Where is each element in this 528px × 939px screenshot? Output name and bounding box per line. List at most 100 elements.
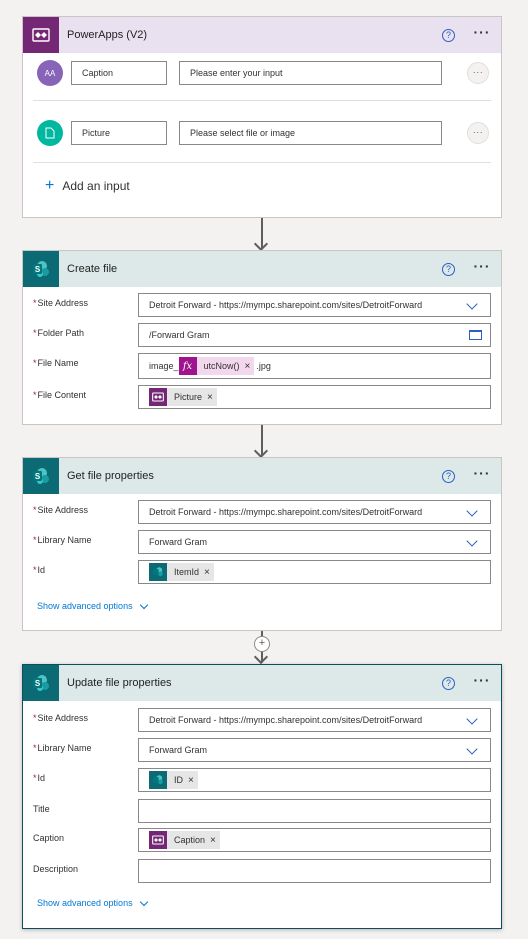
file-content-input[interactable]: Picture × <box>138 385 491 409</box>
library-name-dropdown[interactable]: Forward Gram <box>138 530 491 554</box>
library-name-value: Forward Gram <box>149 745 208 755</box>
add-input-label: Add an input <box>62 179 130 193</box>
input-name-field[interactable]: Picture <box>71 121 167 145</box>
token-label: Caption <box>174 835 206 845</box>
text-input-icon: AA <box>37 60 63 86</box>
site-address-label: *Site Address <box>33 713 89 723</box>
site-address-row: *Site Address Detroit Forward - https://… <box>33 293 491 317</box>
more-options-icon[interactable]: ··· <box>471 673 493 691</box>
dynamic-content-token[interactable]: ID × <box>149 771 198 789</box>
token-label: ID <box>174 775 183 785</box>
site-address-value: Detroit Forward - https://mympc.sharepoi… <box>149 715 423 725</box>
caption-input[interactable]: Caption × <box>138 828 491 852</box>
svg-text:S: S <box>35 472 41 481</box>
site-address-dropdown[interactable]: Detroit Forward - https://mympc.sharepoi… <box>138 708 491 732</box>
id-label: *Id <box>33 565 46 575</box>
remove-token-icon[interactable]: × <box>245 361 251 372</box>
file-name-input[interactable]: image_ fx utcNow() × .jpg <box>138 353 491 379</box>
site-address-dropdown[interactable]: Detroit Forward - https://mympc.sharepoi… <box>138 500 491 524</box>
more-options-icon[interactable]: ··· <box>471 25 493 43</box>
sharepoint-icon <box>149 563 167 581</box>
help-icon[interactable]: ? <box>442 470 455 483</box>
site-address-value: Detroit Forward - https://mympc.sharepoi… <box>149 507 423 517</box>
dynamic-content-token[interactable]: Picture × <box>149 388 217 406</box>
file-content-label: *File Content <box>33 390 87 400</box>
more-options-icon[interactable]: ··· <box>471 466 493 484</box>
advanced-options-label: Show advanced options <box>37 898 133 908</box>
folder-path-value: /Forward Gram <box>149 330 210 340</box>
site-address-row: *Site Address Detroit Forward - https://… <box>33 708 491 732</box>
library-name-label: *Library Name <box>33 535 92 545</box>
divider <box>33 162 491 163</box>
divider <box>33 100 491 101</box>
expression-token[interactable]: fx utcNow() × <box>178 357 255 375</box>
caption-row: Caption Caption × <box>33 828 491 852</box>
site-address-value: Detroit Forward - https://mympc.sharepoi… <box>149 300 423 310</box>
dynamic-content-token[interactable]: ItemId × <box>149 563 214 581</box>
show-advanced-options-link[interactable]: Show advanced options <box>37 600 148 611</box>
more-options-icon[interactable]: ··· <box>471 259 493 277</box>
chevron-down-icon <box>466 713 478 725</box>
id-input[interactable]: ItemId × <box>138 560 491 584</box>
sharepoint-icon: S <box>23 665 59 701</box>
create-file-card[interactable]: S Create file ? ··· *Site Address Detroi… <box>22 250 502 425</box>
folder-icon[interactable] <box>469 330 482 340</box>
caption-label: Caption <box>33 833 65 843</box>
token-label: Picture <box>174 392 203 402</box>
powerapps-trigger-title: PowerApps (V2) <box>67 29 148 41</box>
add-input-button[interactable]: + Add an input <box>45 178 130 194</box>
get-file-properties-card[interactable]: S Get file properties ? ··· *Site Addres… <box>22 457 502 631</box>
update-file-properties-header[interactable]: S Update file properties ? ··· <box>23 665 501 701</box>
chevron-down-icon <box>139 897 148 906</box>
chevron-down-icon <box>466 298 478 310</box>
sharepoint-icon: S <box>23 251 59 287</box>
chevron-down-icon <box>466 535 478 547</box>
show-advanced-options-link[interactable]: Show advanced options <box>37 897 148 908</box>
input-description-field[interactable]: Please select file or image <box>179 121 442 145</box>
help-icon[interactable]: ? <box>442 263 455 276</box>
description-input[interactable] <box>138 859 491 883</box>
input-more-icon[interactable]: ··· <box>467 62 489 84</box>
create-file-header[interactable]: S Create file ? ··· <box>23 251 501 287</box>
expression-text: utcNow() <box>203 361 240 371</box>
id-row: *Id ItemId × <box>33 560 491 584</box>
powerapps-icon <box>149 388 167 406</box>
input-more-icon[interactable]: ··· <box>467 122 489 144</box>
update-file-properties-card[interactable]: S Update file properties ? ··· *Site Add… <box>22 664 502 929</box>
powerapps-trigger-card[interactable]: PowerApps (V2) ? ··· AA Caption Please e… <box>22 16 502 218</box>
input-description-field[interactable]: Please enter your input <box>179 61 442 85</box>
title-input[interactable] <box>138 799 491 823</box>
create-file-title: Create file <box>67 263 118 275</box>
folder-path-row: *Folder Path /Forward Gram <box>33 323 491 347</box>
input-name-field[interactable]: Caption <box>71 61 167 85</box>
powerapps-trigger-header[interactable]: PowerApps (V2) ? ··· <box>23 17 501 53</box>
remove-token-icon[interactable]: × <box>210 835 216 846</box>
svg-text:S: S <box>35 265 41 274</box>
update-file-properties-title: Update file properties <box>67 677 172 689</box>
folder-path-input[interactable]: /Forward Gram <box>138 323 491 347</box>
site-address-dropdown[interactable]: Detroit Forward - https://mympc.sharepoi… <box>138 293 491 317</box>
id-input[interactable]: ID × <box>138 768 491 792</box>
folder-path-label: *Folder Path <box>33 328 85 338</box>
powerapps-icon <box>149 831 167 849</box>
help-icon[interactable]: ? <box>442 677 455 690</box>
plus-icon: + <box>258 637 266 649</box>
powerapps-icon <box>23 17 59 53</box>
file-content-row: *File Content Picture × <box>33 385 491 409</box>
remove-token-icon[interactable]: × <box>207 392 213 403</box>
library-name-dropdown[interactable]: Forward Gram <box>138 738 491 762</box>
file-name-suffix: .jpg <box>256 361 271 371</box>
svg-text:S: S <box>35 679 41 688</box>
help-icon[interactable]: ? <box>442 29 455 42</box>
site-address-row: *Site Address Detroit Forward - https://… <box>33 500 491 524</box>
insert-step-button[interactable]: + <box>254 636 270 652</box>
fx-icon: fx <box>178 357 197 375</box>
site-address-label: *Site Address <box>33 298 89 308</box>
sharepoint-icon <box>149 771 167 789</box>
dynamic-content-token[interactable]: Caption × <box>149 831 220 849</box>
remove-token-icon[interactable]: × <box>204 567 210 578</box>
get-file-properties-header[interactable]: S Get file properties ? ··· <box>23 458 501 494</box>
flow-connector-arrow <box>261 218 263 249</box>
title-row: Title <box>33 799 491 823</box>
remove-token-icon[interactable]: × <box>188 775 194 786</box>
